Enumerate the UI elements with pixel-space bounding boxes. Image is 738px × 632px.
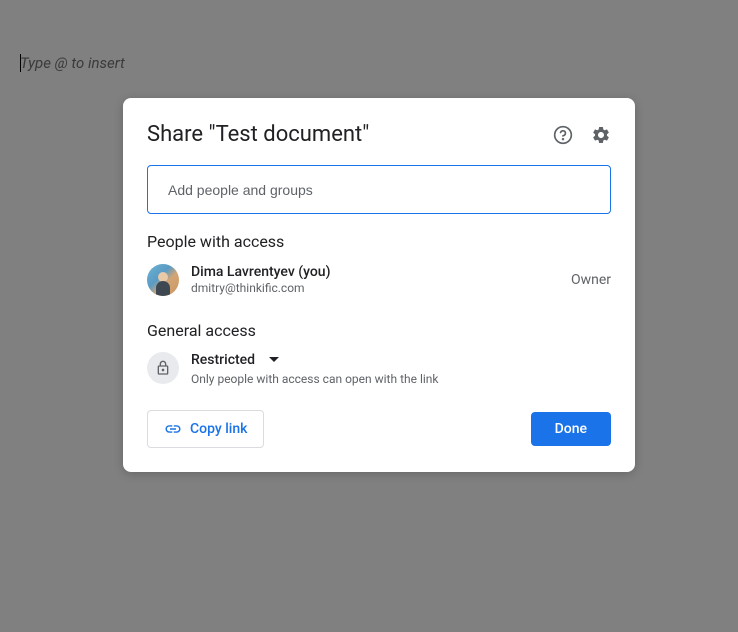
header-icons bbox=[553, 125, 611, 145]
access-description: Only people with access can open with th… bbox=[191, 372, 611, 386]
person-name: Dima Lavrentyev (you) bbox=[191, 263, 571, 281]
person-role: Owner bbox=[571, 272, 611, 288]
copy-link-label: Copy link bbox=[190, 421, 247, 437]
access-level-label: Restricted bbox=[191, 352, 255, 368]
link-icon bbox=[164, 420, 182, 438]
modal-header: Share "Test document" bbox=[147, 122, 611, 147]
avatar bbox=[147, 264, 179, 296]
chevron-down-icon bbox=[269, 357, 279, 362]
person-email: dmitry@thinkific.com bbox=[191, 281, 571, 297]
done-button[interactable]: Done bbox=[531, 412, 611, 446]
access-level-dropdown[interactable]: Restricted bbox=[191, 352, 611, 368]
settings-icon[interactable] bbox=[591, 125, 611, 145]
access-info: Restricted Only people with access can o… bbox=[191, 352, 611, 386]
add-people-input-wrapper[interactable] bbox=[147, 165, 611, 214]
help-icon[interactable] bbox=[553, 125, 573, 145]
general-access-title: General access bbox=[147, 321, 611, 340]
modal-footer: Copy link Done bbox=[147, 410, 611, 448]
document-placeholder[interactable]: Type @ to insert bbox=[20, 54, 125, 72]
modal-title: Share "Test document" bbox=[147, 122, 369, 147]
lock-icon bbox=[147, 352, 179, 384]
copy-link-button[interactable]: Copy link bbox=[147, 410, 264, 448]
people-with-access-title: People with access bbox=[147, 232, 611, 251]
person-info: Dima Lavrentyev (you) dmitry@thinkific.c… bbox=[191, 263, 571, 297]
add-people-input[interactable] bbox=[168, 182, 590, 198]
person-row: Dima Lavrentyev (you) dmitry@thinkific.c… bbox=[147, 263, 611, 297]
share-modal: Share "Test document" People with access… bbox=[123, 98, 635, 472]
general-access-row: Restricted Only people with access can o… bbox=[147, 352, 611, 386]
